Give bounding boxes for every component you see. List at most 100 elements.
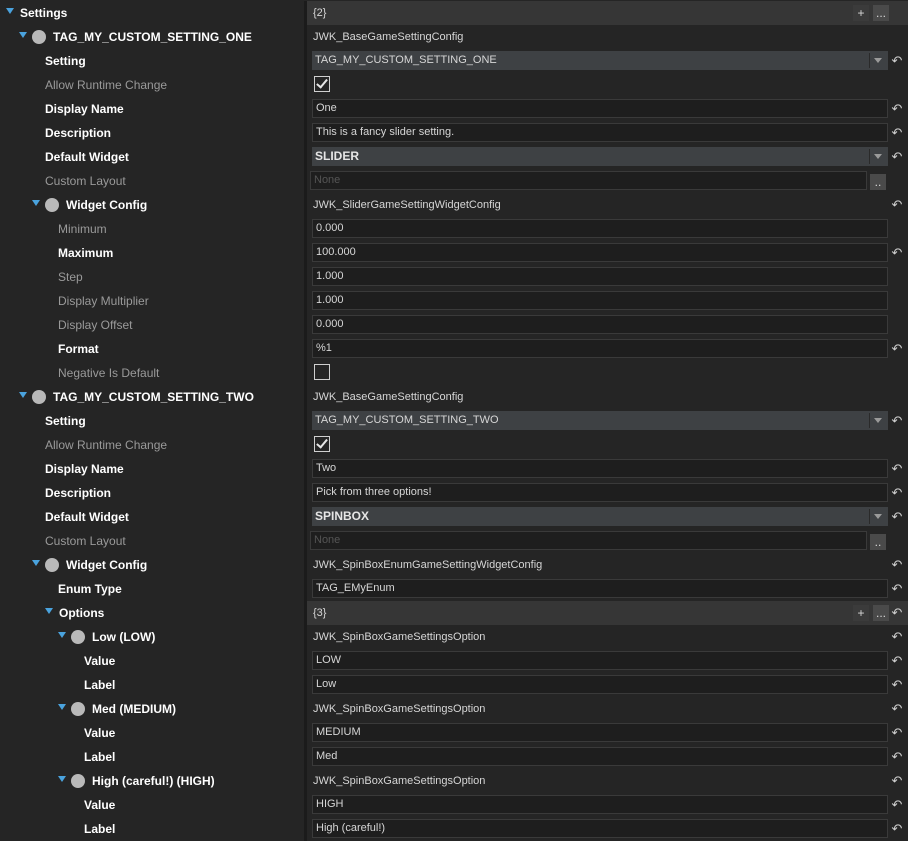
text-field[interactable]: LOW [312, 651, 888, 670]
text-field[interactable]: %1 [312, 339, 888, 358]
text-field[interactable]: 0.000 [312, 219, 888, 238]
reset-arrow-icon[interactable]: ↶ [891, 54, 903, 68]
chevron-down-icon[interactable] [19, 32, 27, 38]
chevron-down-icon[interactable] [58, 632, 66, 638]
reset-arrow-icon[interactable]: ↶ [891, 126, 903, 140]
reset-arrow-icon[interactable]: ↶ [891, 750, 903, 764]
checkbox[interactable] [314, 364, 330, 380]
text-field[interactable]: 1.000 [312, 291, 888, 310]
reset-arrow-icon[interactable]: ↶ [891, 510, 903, 524]
property-label: Low (LOW) [92, 630, 156, 644]
property-row: Label High (careful!) ↶ [0, 817, 908, 841]
dropdown-select[interactable]: SLIDER [312, 147, 888, 166]
property-value-cell: TAG_EMyEnum ↶ [307, 577, 908, 601]
chevron-down-icon[interactable] [58, 704, 66, 710]
property-label: Label [84, 750, 116, 764]
reset-arrow-icon[interactable]: ↶ [891, 822, 903, 836]
browse-button[interactable]: .. [870, 174, 886, 190]
more-options-button[interactable]: ... [873, 5, 889, 21]
reset-arrow-icon[interactable]: ↶ [891, 630, 903, 644]
reset-arrow-icon[interactable]: ↶ [891, 582, 903, 596]
reset-arrow-icon[interactable]: ↶ [891, 246, 903, 260]
object-circle-icon [71, 630, 85, 644]
reset-arrow-icon[interactable]: ↶ [891, 150, 903, 164]
type-name-label: JWK_SpinBoxGameSettingsOption [313, 703, 486, 715]
property-label: Display Name [45, 102, 124, 116]
property-label-cell: High (careful!) (HIGH) [0, 769, 304, 793]
text-field[interactable]: MEDIUM [312, 723, 888, 742]
dropdown-arrow-icon[interactable] [874, 154, 882, 159]
property-label-cell: Custom Layout [0, 529, 304, 553]
text-field[interactable]: Med [312, 747, 888, 766]
reset-arrow-icon[interactable]: ↶ [891, 198, 903, 212]
text-field[interactable]: High (careful!) [312, 819, 888, 838]
property-value-cell: JWK_BaseGameSettingConfig [307, 385, 908, 409]
asset-picker-placeholder: None [314, 534, 341, 546]
dropdown-arrow-icon[interactable] [874, 58, 882, 63]
property-label: Format [58, 342, 99, 356]
property-value-cell: 0.000 [307, 217, 908, 241]
property-value-cell: HIGH ↶ [307, 793, 908, 817]
reset-arrow-icon[interactable]: ↶ [891, 654, 903, 668]
property-value-cell: JWK_SliderGameSettingWidgetConfig ↶ [307, 193, 908, 217]
browse-button[interactable]: .. [870, 534, 886, 550]
reset-arrow-icon[interactable]: ↶ [891, 414, 903, 428]
add-element-button[interactable]: + [853, 5, 869, 21]
asset-picker-field[interactable]: None [310, 171, 867, 190]
chevron-down-icon[interactable] [32, 560, 40, 566]
type-name-label: JWK_SpinBoxEnumGameSettingWidgetConfig [313, 559, 543, 571]
reset-arrow-icon[interactable]: ↶ [891, 726, 903, 740]
reset-arrow-icon[interactable]: ↶ [891, 678, 903, 692]
dropdown-arrow-icon[interactable] [874, 514, 882, 519]
text-field[interactable]: HIGH [312, 795, 888, 814]
asset-picker-field[interactable]: None [310, 531, 867, 550]
property-value-cell [307, 73, 908, 97]
chevron-down-icon[interactable] [45, 608, 53, 614]
dropdown-select[interactable]: TAG_MY_CUSTOM_SETTING_TWO [312, 411, 888, 430]
dropdown-arrow-icon[interactable] [874, 418, 882, 423]
text-field[interactable]: Two [312, 459, 888, 478]
more-options-button[interactable]: ... [873, 605, 889, 621]
property-label-cell: Allow Runtime Change [0, 433, 304, 457]
property-row: Value LOW ↶ [0, 649, 908, 673]
property-label: Settings [20, 6, 68, 20]
text-field[interactable]: Low [312, 675, 888, 694]
property-row: Allow Runtime Change [0, 433, 908, 457]
reset-arrow-icon[interactable]: ↶ [891, 462, 903, 476]
property-row: Maximum 100.000 ↶ [0, 241, 908, 265]
property-label: Setting [45, 54, 86, 68]
chevron-down-icon[interactable] [6, 8, 14, 14]
text-field[interactable]: 1.000 [312, 267, 888, 286]
text-field[interactable]: TAG_EMyEnum [312, 579, 888, 598]
text-field[interactable]: Pick from three options! [312, 483, 888, 502]
reset-arrow-icon[interactable]: ↶ [891, 774, 903, 788]
property-row: Label Med ↶ [0, 745, 908, 769]
property-row: Format %1 ↶ [0, 337, 908, 361]
checkbox[interactable] [314, 76, 330, 92]
property-label-cell: Low (LOW) [0, 625, 304, 649]
text-field[interactable]: 0.000 [312, 315, 888, 334]
dropdown-select[interactable]: TAG_MY_CUSTOM_SETTING_ONE [312, 51, 888, 70]
add-element-button[interactable]: + [853, 605, 869, 621]
dropdown-select[interactable]: SPINBOX [312, 507, 888, 526]
checkbox[interactable] [314, 436, 330, 452]
property-value-cell: MEDIUM ↶ [307, 721, 908, 745]
reset-arrow-icon[interactable]: ↶ [891, 606, 903, 620]
text-field[interactable]: This is a fancy slider setting. [312, 123, 888, 142]
chevron-down-icon[interactable] [58, 776, 66, 782]
text-field[interactable]: 100.000 [312, 243, 888, 262]
property-label: TAG_MY_CUSTOM_SETTING_TWO [53, 390, 254, 404]
property-value-cell: TAG_MY_CUSTOM_SETTING_TWO ↶ [307, 409, 908, 433]
property-label: Value [84, 798, 116, 812]
text-field[interactable]: One [312, 99, 888, 118]
reset-arrow-icon[interactable]: ↶ [891, 558, 903, 572]
chevron-down-icon[interactable] [32, 200, 40, 206]
reset-arrow-icon[interactable]: ↶ [891, 798, 903, 812]
type-name-label: JWK_SpinBoxGameSettingsOption [313, 775, 486, 787]
reset-arrow-icon[interactable]: ↶ [891, 486, 903, 500]
chevron-down-icon[interactable] [19, 392, 27, 398]
reset-arrow-icon[interactable]: ↶ [891, 342, 903, 356]
reset-arrow-icon[interactable]: ↶ [891, 702, 903, 716]
reset-arrow-icon[interactable]: ↶ [891, 102, 903, 116]
property-label: Default Widget [45, 150, 129, 164]
